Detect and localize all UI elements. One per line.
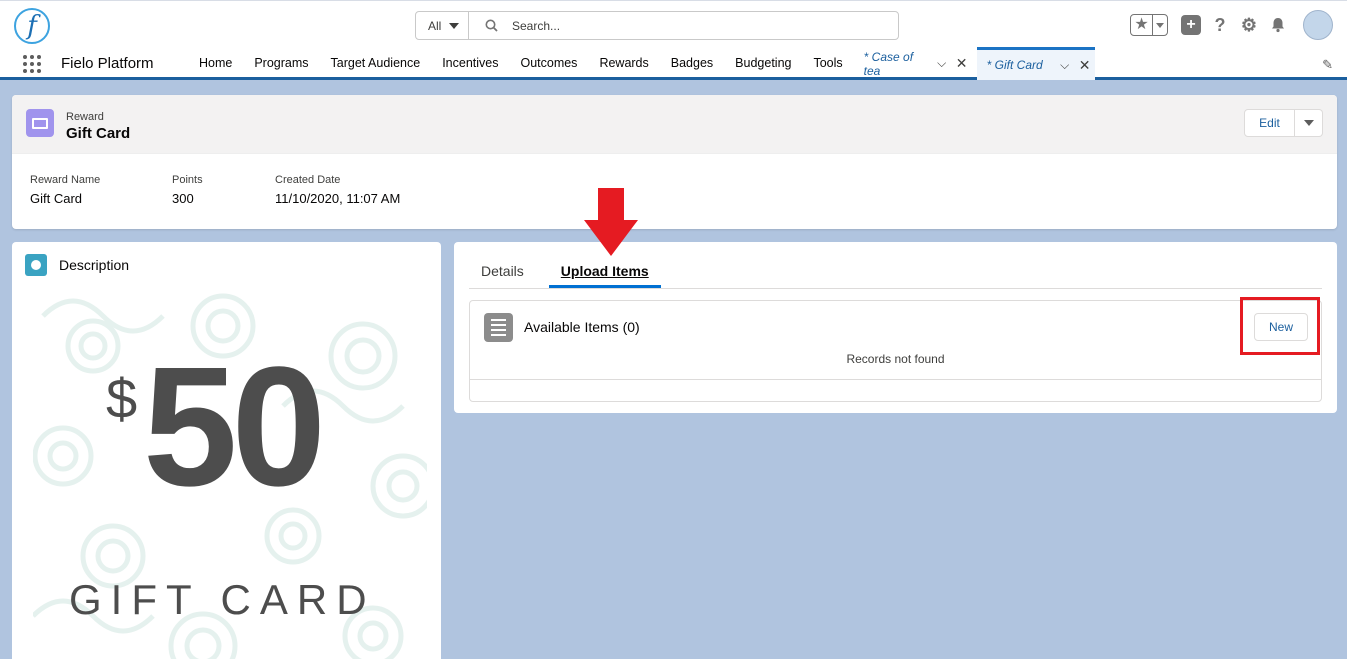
list-title: Available Items (0) xyxy=(524,319,640,335)
field-created-date: Created Date 11/10/2020, 11:07 AM xyxy=(275,174,400,206)
field-value: 300 xyxy=(172,191,194,206)
field-points: Points 300 xyxy=(172,174,275,206)
caret-down-icon xyxy=(1156,22,1164,28)
setup-gear-icon[interactable]: ⚙ xyxy=(1239,15,1259,35)
tab-label: * Gift Card xyxy=(986,58,1043,72)
chevron-down-icon[interactable]: ⌵ xyxy=(932,56,952,71)
gift-card-currency: $ xyxy=(106,367,138,430)
nav-item-incentives[interactable]: Incentives xyxy=(431,47,509,77)
tab-case-of-tea[interactable]: * Case of tea ⌵ ✕ xyxy=(854,47,972,80)
caret-down-icon xyxy=(1303,120,1314,126)
caret-down-icon xyxy=(449,22,460,29)
field-value: Gift Card xyxy=(30,191,83,206)
nav-item-home[interactable]: Home xyxy=(188,47,243,77)
nav-item-budgeting[interactable]: Budgeting xyxy=(724,47,802,77)
field-reward-name: Reward Name Gift Card xyxy=(30,174,172,206)
notifications-bell-icon[interactable] xyxy=(1268,15,1288,35)
gift-card-image: $ 50 GIFT CARD xyxy=(33,286,427,659)
description-title: Description xyxy=(59,257,130,273)
nav-item-outcomes[interactable]: Outcomes xyxy=(509,47,588,77)
description-card: Description $ 50 GIFT CARD xyxy=(12,242,441,659)
nav-item-target-audience[interactable]: Target Audience xyxy=(320,47,432,77)
field-label: Points xyxy=(172,174,203,186)
favorites-button[interactable]: ★ xyxy=(1130,14,1168,36)
search-scope-dropdown[interactable]: All xyxy=(416,12,469,39)
header-actions: ★ + ? ⚙ xyxy=(1130,10,1333,40)
tab-gift-card[interactable]: * Gift Card ⌵ ✕ xyxy=(976,47,1095,80)
available-items-list: Available Items (0) Records not found Ne… xyxy=(469,297,1322,402)
new-button[interactable]: New xyxy=(1254,313,1308,341)
nav-item-programs[interactable]: Programs xyxy=(243,47,319,77)
nav-item-tools[interactable]: Tools xyxy=(802,47,853,77)
global-add-icon[interactable]: + xyxy=(1181,15,1201,35)
nav-items: Home Programs Target Audience Incentives… xyxy=(188,47,1095,80)
logo-glyph: f xyxy=(27,11,37,41)
search-input[interactable] xyxy=(512,18,872,33)
app-logo[interactable]: f xyxy=(14,8,50,44)
highlight-box: New xyxy=(1240,297,1320,355)
tab-details[interactable]: Details xyxy=(469,256,536,288)
user-avatar[interactable] xyxy=(1303,10,1333,40)
app-nav-bar: Fielo Platform Home Programs Target Audi… xyxy=(0,47,1347,80)
field-value: 11/10/2020, 11:07 AM xyxy=(275,191,401,206)
reward-object-icon xyxy=(26,109,54,137)
empty-message: Records not found xyxy=(846,352,945,366)
nav-item-rewards[interactable]: Rewards xyxy=(588,47,659,77)
list-icon xyxy=(484,313,513,342)
tab-bar: Details Upload Items xyxy=(469,256,1322,289)
gift-card-amount: 50 xyxy=(143,332,326,522)
edit-button[interactable]: Edit xyxy=(1244,109,1295,137)
field-label: Created Date xyxy=(275,174,341,186)
red-arrow-icon xyxy=(584,188,638,256)
object-type-label: Reward xyxy=(66,111,104,123)
edit-nav-pencil-icon[interactable]: ✎ xyxy=(1322,57,1333,73)
record-header: Reward Gift Card Edit Reward Name Gift C… xyxy=(12,95,1337,229)
help-icon[interactable]: ? xyxy=(1210,15,1230,35)
tab-label: * Case of tea xyxy=(863,49,914,78)
field-label: Reward Name xyxy=(30,174,101,186)
app-name: Fielo Platform xyxy=(61,55,154,72)
highlights-panel: Reward Name Gift Card Points 300 Created… xyxy=(30,174,400,206)
list-header: Available Items (0) Records not found Ne… xyxy=(470,297,1321,380)
person-icon xyxy=(25,254,47,276)
more-actions-button[interactable] xyxy=(1295,109,1323,137)
related-tabs-card: Details Upload Items Available Items (0)… xyxy=(454,242,1337,413)
gift-card-caption: GIFT CARD xyxy=(69,576,376,623)
star-icon: ★ xyxy=(1131,15,1153,35)
nav-item-badges[interactable]: Badges xyxy=(660,47,724,77)
app-launcher-icon[interactable] xyxy=(23,55,41,73)
search-field xyxy=(469,12,898,39)
record-actions: Edit xyxy=(1244,109,1323,137)
record-title-bar: Reward Gift Card Edit xyxy=(12,95,1337,154)
global-header: f All ★ + ? ⚙ xyxy=(0,0,1347,47)
close-icon[interactable]: ✕ xyxy=(1075,57,1095,74)
tab-upload-items[interactable]: Upload Items xyxy=(548,256,661,288)
search-icon xyxy=(485,19,498,32)
record-title: Gift Card xyxy=(66,125,131,142)
global-search: All xyxy=(415,11,899,40)
close-icon[interactable]: ✕ xyxy=(952,55,972,72)
chevron-down-icon[interactable]: ⌵ xyxy=(1055,58,1075,73)
search-scope-label: All xyxy=(428,18,442,33)
